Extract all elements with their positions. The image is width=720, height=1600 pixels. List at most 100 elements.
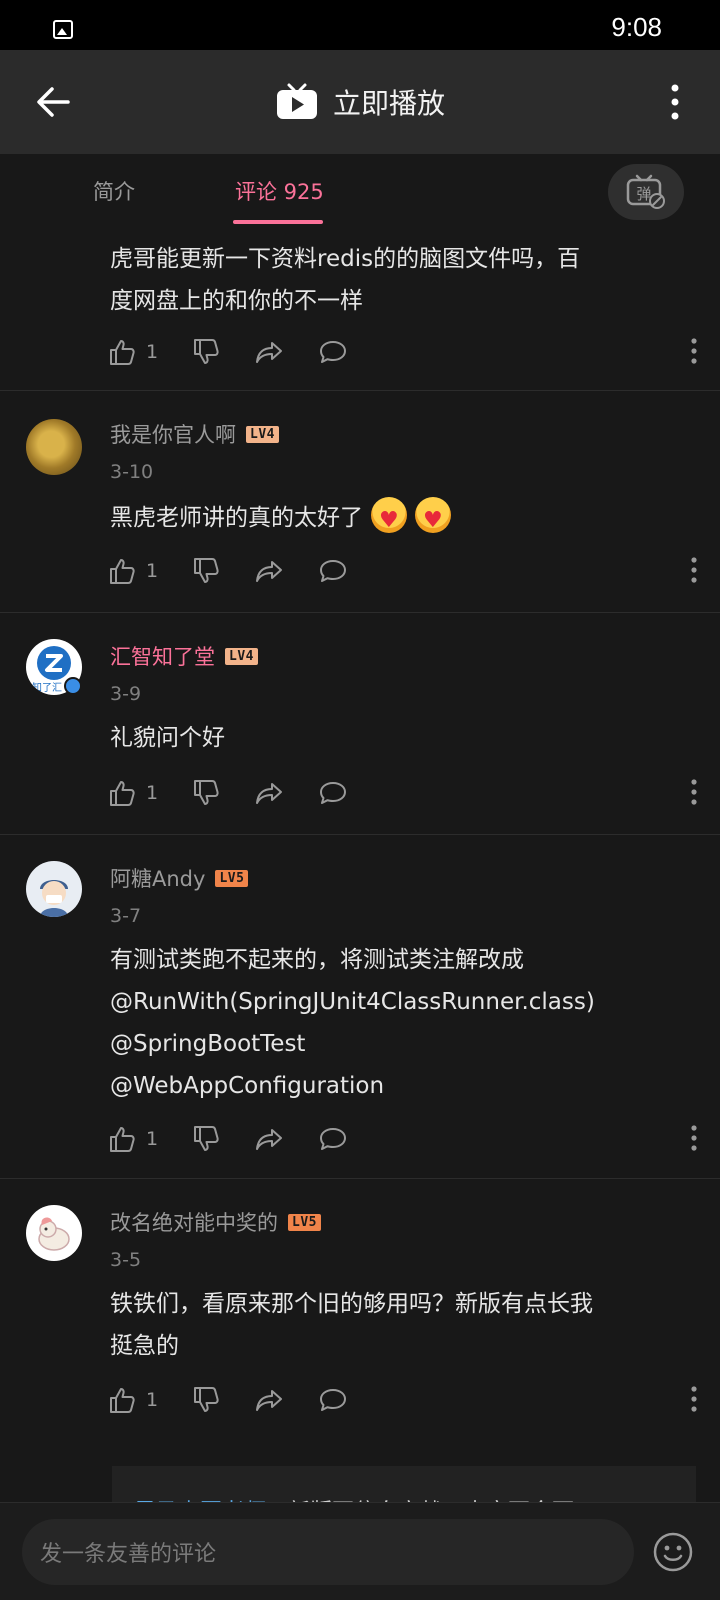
tab-intro[interactable]: 简介 <box>93 176 135 206</box>
comment-actions: 1 <box>108 779 698 819</box>
hugging-emoji-icon <box>371 497 407 533</box>
thumbs-up-icon <box>110 1127 135 1152</box>
comment-menu-button[interactable] <box>690 779 698 805</box>
username[interactable]: 我是你官人啊 <box>110 419 236 449</box>
comment-input[interactable]: 发一条友善的评论 <box>22 1519 634 1585</box>
comment-user[interactable]: 汇智知了堂 LV4 <box>110 641 258 671</box>
dislike-button[interactable] <box>192 1386 220 1414</box>
reply-button[interactable] <box>318 557 348 585</box>
level-badge: LV5 <box>288 1213 321 1231</box>
tv-play-icon <box>276 83 317 119</box>
share-button[interactable] <box>254 338 284 366</box>
share-button[interactable] <box>254 1386 284 1414</box>
emoji-icon[interactable] <box>652 1531 694 1573</box>
comment-input-bar: 发一条友善的评论 <box>0 1502 720 1600</box>
comment-menu-button[interactable] <box>690 1125 698 1151</box>
reply-button[interactable] <box>318 779 348 807</box>
share-button[interactable] <box>254 1125 284 1153</box>
share-icon <box>256 783 282 804</box>
like-button[interactable]: 1 <box>108 1386 158 1414</box>
comment-text-line: @WebAppConfiguration <box>110 1073 385 1099</box>
comment-item: 虎哥能更新一下资料redis的的脑图文件吗，百 度网盘上的和你的不一样 1 <box>0 226 720 391</box>
thumbs-down-icon <box>194 780 219 805</box>
more-vertical-icon <box>691 557 697 583</box>
share-icon <box>256 561 282 582</box>
username[interactable]: 阿糖Andy <box>110 863 205 893</box>
comment-item: 阿糖Andy LV5 3-7 有测试类跑不起来的，将测试类注解改成 @RunWi… <box>0 835 720 1179</box>
reply-button[interactable] <box>318 1125 348 1153</box>
comment-menu-button[interactable] <box>690 1386 698 1412</box>
comment-text: 有测试类跑不起来的，将测试类注解改成 @RunWith(SpringJUnit4… <box>110 939 690 1107</box>
avatar[interactable] <box>26 1205 82 1261</box>
more-vertical-icon <box>691 1386 697 1412</box>
thumbs-up-icon <box>110 1388 135 1413</box>
reply-button[interactable] <box>318 338 348 366</box>
like-button[interactable]: 1 <box>108 1125 158 1153</box>
dislike-button[interactable] <box>192 557 220 585</box>
comment-text-line: 虎哥能更新一下资料redis的的脑图文件吗，百 <box>110 246 581 272</box>
share-icon <box>256 1390 282 1411</box>
comment-actions: 1 <box>108 338 698 378</box>
comment-user[interactable]: 我是你官人啊 LV4 <box>110 419 279 449</box>
comment-item: 改名绝对能中奖的 LV5 3-5 铁铁们，看原来那个旧的够用吗？新版有点长我 挺… <box>0 1179 720 1502</box>
svg-text:知了汇: 知了汇 <box>32 681 62 694</box>
thumbs-up-icon <box>110 781 135 806</box>
like-count: 1 <box>146 560 159 582</box>
comment-item: 我是你官人啊 LV4 3-10 黑虎老师讲的真的太好了 1 <box>0 391 720 613</box>
verified-badge-icon <box>64 677 82 695</box>
avatar[interactable] <box>26 861 82 917</box>
reply-author[interactable]: 黑马虎哥老师: <box>134 1494 273 1502</box>
comment-input-placeholder: 发一条友善的评论 <box>40 1542 217 1567</box>
comment-bubble-icon <box>320 341 346 363</box>
reply-preview[interactable]: 黑马虎哥老师: 新版更偏向实战，内容更全面 <box>112 1466 696 1502</box>
comment-menu-button[interactable] <box>690 338 698 364</box>
username[interactable]: 汇智知了堂 <box>110 641 215 671</box>
danmaku-off-icon: 弹 <box>626 174 665 209</box>
comment-bubble-icon <box>320 560 346 582</box>
reply-button[interactable] <box>318 1386 348 1414</box>
comment-feed[interactable]: 虎哥能更新一下资料redis的的脑图文件吗，百 度网盘上的和你的不一样 1 我是… <box>0 226 720 1502</box>
comment-date: 3-5 <box>110 1249 142 1271</box>
share-button[interactable] <box>254 779 284 807</box>
dislike-button[interactable] <box>192 338 220 366</box>
username[interactable]: 改名绝对能中奖的 <box>110 1207 278 1237</box>
comment-user[interactable]: 改名绝对能中奖的 LV5 <box>110 1207 321 1237</box>
share-icon <box>256 1129 282 1150</box>
comment-text-line: 有测试类跑不起来的，将测试类注解改成 <box>110 947 524 973</box>
tab-comments[interactable]: 评论 925 <box>235 176 324 206</box>
thumbs-down-icon <box>194 1126 219 1151</box>
top-bar: 立即播放 <box>0 50 720 154</box>
comment-date: 3-7 <box>110 905 142 927</box>
thumbs-up-icon <box>110 559 135 584</box>
tab-indicator <box>233 220 323 224</box>
comment-text-line: 度网盘上的和你的不一样 <box>110 288 363 314</box>
like-button[interactable]: 1 <box>108 338 158 366</box>
dislike-button[interactable] <box>192 779 220 807</box>
more-vertical-icon <box>691 338 697 364</box>
comment-user[interactable]: 阿糖Andy LV5 <box>110 863 249 893</box>
level-badge: LV4 <box>246 425 279 443</box>
danmaku-toggle-button[interactable]: 弹 <box>608 164 684 220</box>
like-button[interactable]: 1 <box>108 557 158 585</box>
share-button[interactable] <box>254 557 284 585</box>
comment-menu-button[interactable] <box>690 557 698 583</box>
thumbs-down-icon <box>194 339 219 364</box>
comment-text: 铁铁们，看原来那个旧的够用吗？新版有点长我 挺急的 <box>110 1283 690 1367</box>
avatar[interactable] <box>26 419 82 475</box>
comment-actions: 1 <box>108 1125 698 1165</box>
comment-text: 礼貌问个好 <box>110 725 225 751</box>
more-options-icon[interactable] <box>670 84 680 120</box>
comment-text-line: @RunWith(SpringJUnit4ClassRunner.class) <box>110 989 595 1015</box>
like-count: 1 <box>146 1128 159 1150</box>
status-time: 9:08 <box>611 12 662 42</box>
comment-bubble-icon <box>320 1128 346 1150</box>
play-now-button[interactable]: 立即播放 <box>0 82 720 122</box>
comment-text: 黑虎老师讲的真的太好了 <box>110 497 690 539</box>
like-button[interactable]: 1 <box>108 779 158 807</box>
thumbs-down-icon <box>194 1387 219 1412</box>
dislike-button[interactable] <box>192 1125 220 1153</box>
share-icon <box>256 342 282 363</box>
level-badge: LV5 <box>215 869 249 887</box>
comment-text-line: 黑虎老师讲的真的太好了 <box>110 505 363 531</box>
like-count: 1 <box>146 782 159 804</box>
